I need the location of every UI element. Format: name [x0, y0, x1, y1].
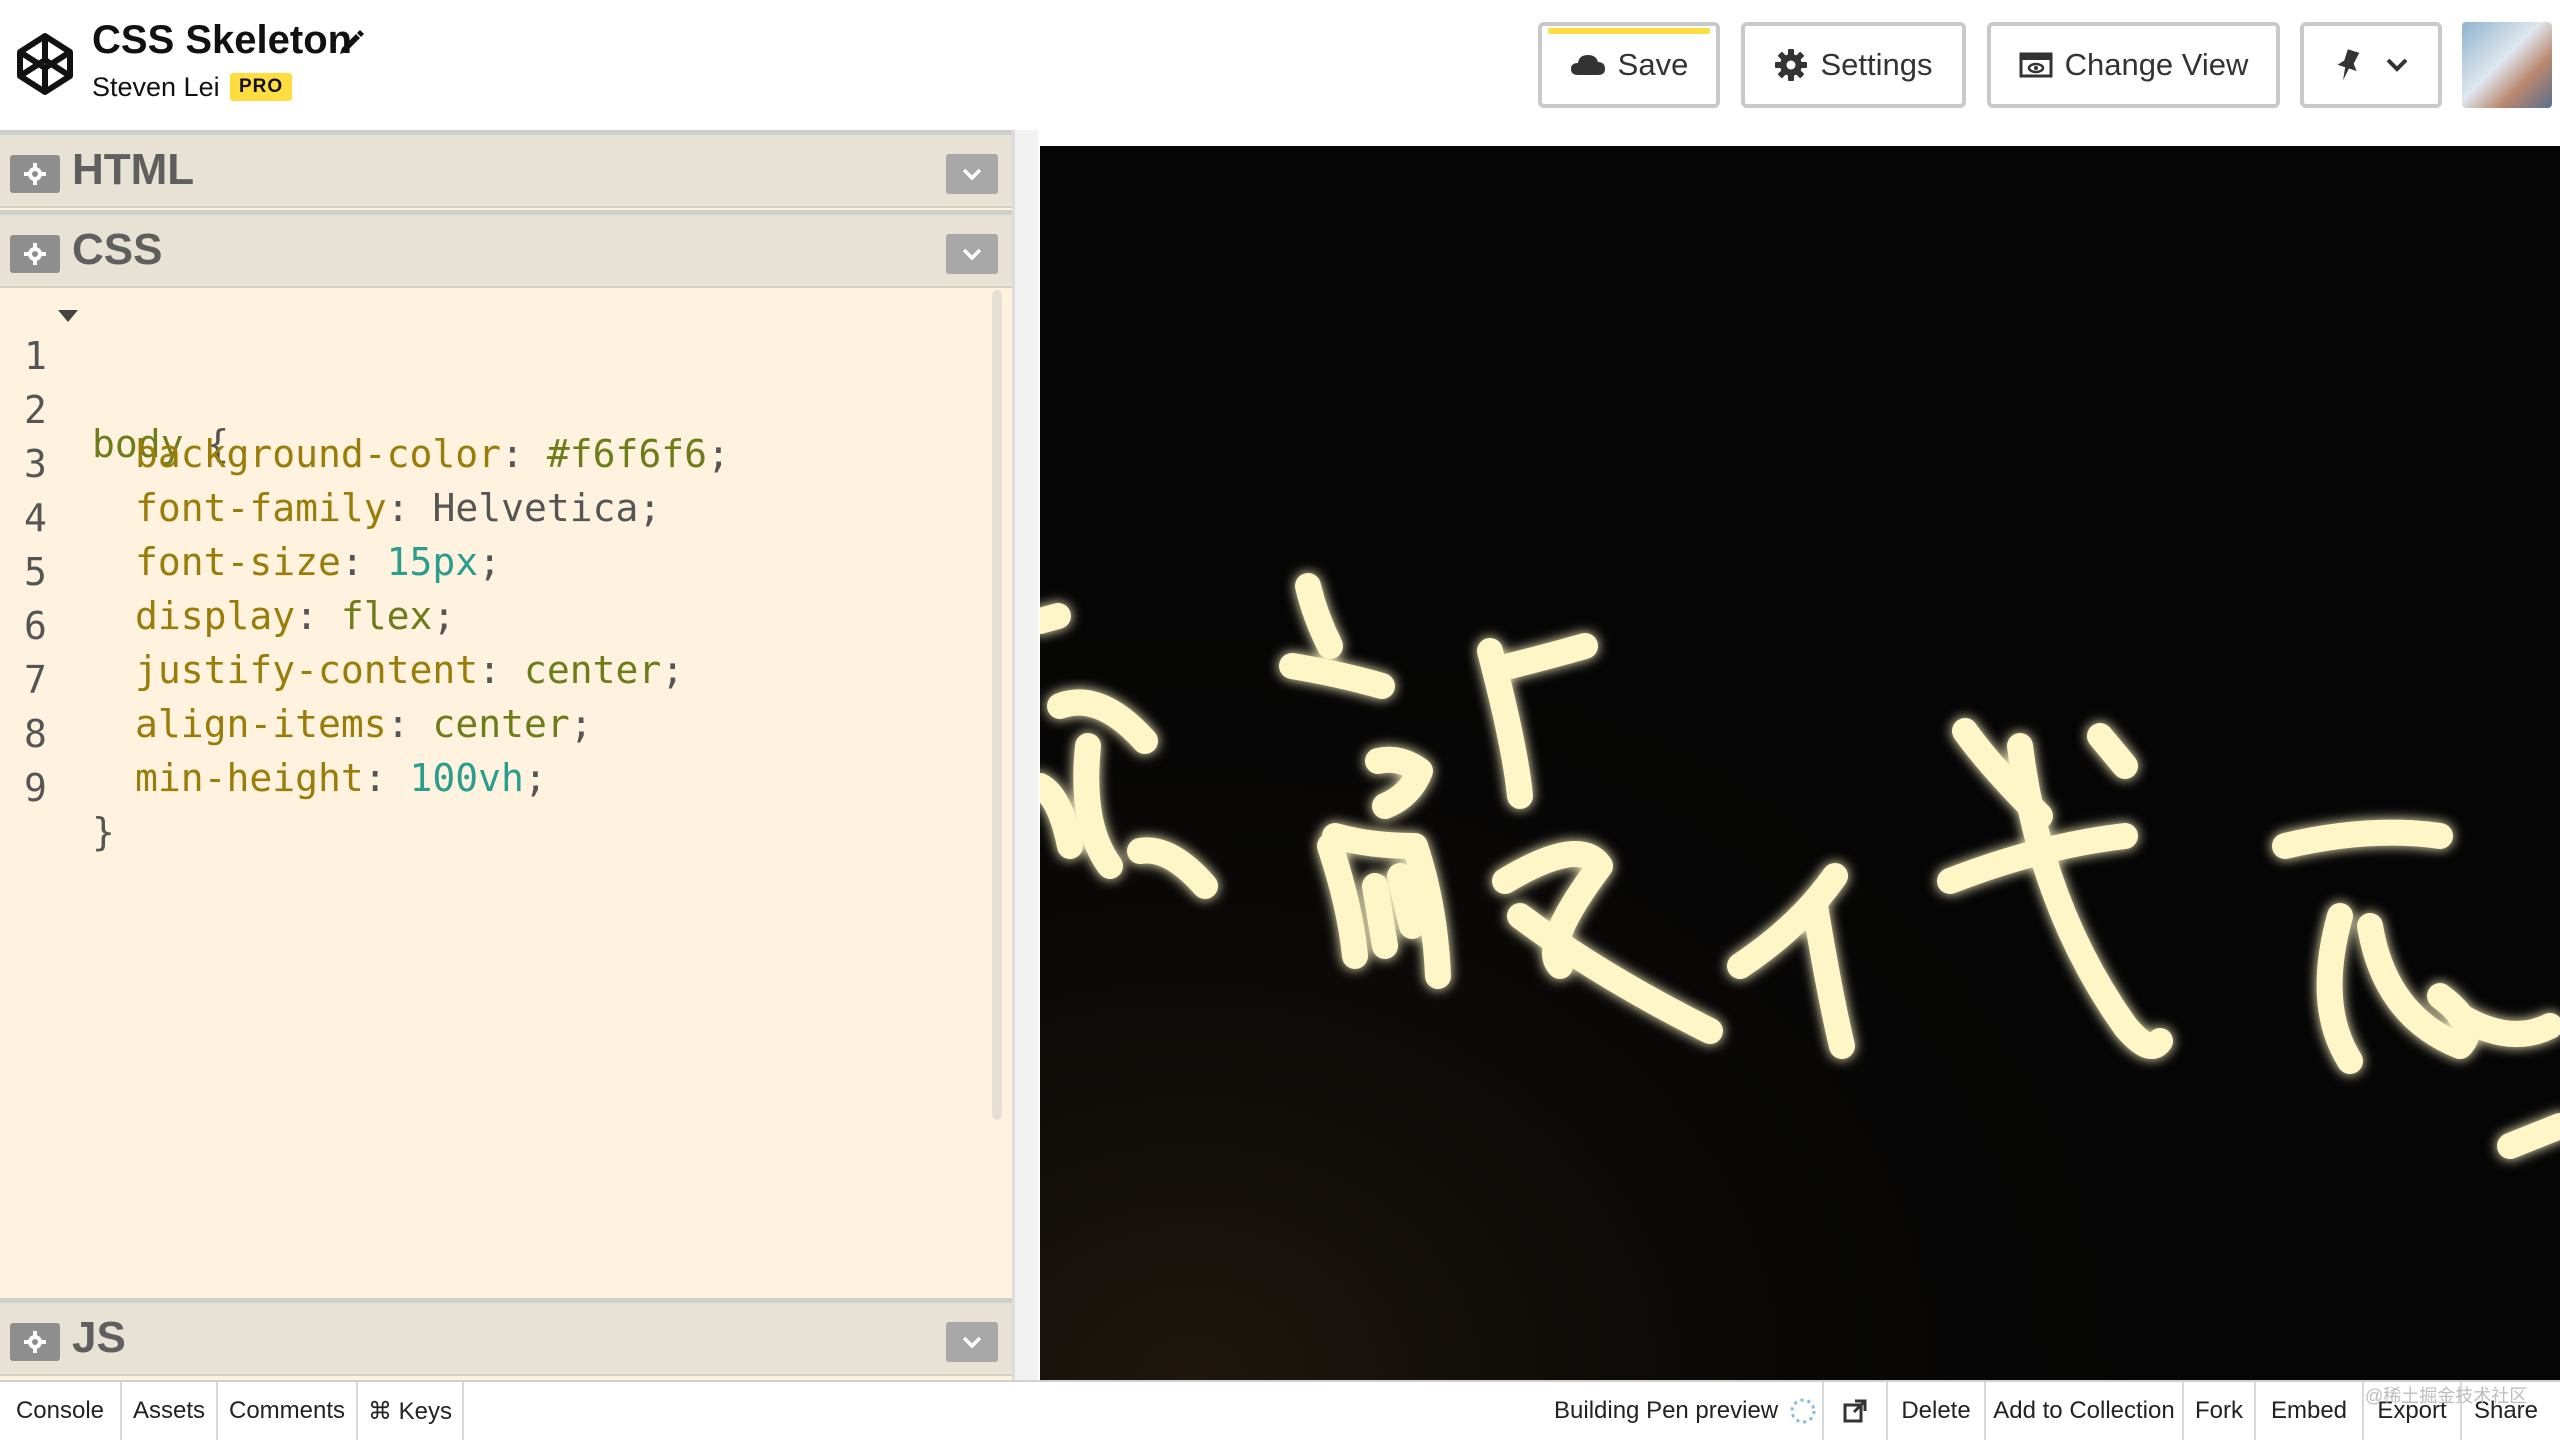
code-text: align-items: center;	[135, 702, 593, 746]
comments-button[interactable]: Comments	[218, 1382, 358, 1440]
code-line: 7 align-items: center;	[0, 614, 593, 746]
assets-button[interactable]: Assets	[122, 1382, 218, 1440]
code-text: display: flex;	[135, 594, 456, 638]
author-name[interactable]: Steven Lei	[92, 72, 220, 103]
code-line: 3 font-family: Helvetica;	[0, 398, 661, 530]
watermark-text: @稀土掘金技术社区	[2365, 1386, 2528, 1406]
css-value: 100vh	[409, 756, 524, 800]
chevron-down-icon	[962, 248, 982, 261]
neon-handwriting-image	[1040, 146, 2560, 1380]
code-line: 1 body {	[0, 290, 229, 466]
chevron-down-icon	[962, 1336, 982, 1349]
header: CSS Skeleton Steven Lei PRO Save Setting…	[0, 0, 2560, 130]
user-avatar[interactable]	[2462, 22, 2552, 108]
save-button[interactable]: Save	[1538, 22, 1720, 108]
pencil-icon[interactable]	[336, 26, 366, 56]
css-property: align-items	[135, 702, 387, 746]
js-settings-gear-icon[interactable]	[10, 1323, 60, 1361]
editor-scrollbar[interactable]	[992, 290, 1002, 1120]
pin-icon	[2337, 49, 2360, 81]
code-text: }	[92, 810, 115, 854]
fork-button[interactable]: Fork	[2184, 1382, 2256, 1440]
preview-pane[interactable]	[1040, 146, 2560, 1380]
code-line: 9 }	[0, 722, 137, 854]
build-status: Building Pen preview	[1554, 1382, 1818, 1440]
html-panel-dropdown[interactable]	[946, 154, 998, 194]
open-external-button[interactable]	[1822, 1382, 1888, 1440]
chevron-down-icon	[962, 168, 982, 181]
css-value: 15px	[386, 540, 479, 584]
unsaved-indicator	[1548, 28, 1710, 34]
js-panel-title: JS	[72, 1313, 126, 1362]
css-value: center	[432, 702, 570, 746]
embed-button[interactable]: Embed	[2256, 1382, 2364, 1440]
html-panel-title: HTML	[72, 145, 195, 194]
code-text: min-height: 100vh;	[135, 756, 547, 800]
html-panel-header[interactable]: HTML	[0, 130, 1012, 208]
code-text: justify-content: center;	[135, 648, 685, 692]
js-panel-dropdown[interactable]	[946, 1322, 998, 1362]
code-text: font-family: Helvetica;	[135, 486, 662, 530]
codepen-logo-icon[interactable]	[14, 30, 76, 98]
change-view-label: Change View	[2064, 47, 2249, 82]
gear-icon	[1775, 49, 1808, 81]
fold-arrow-icon[interactable]	[58, 310, 78, 322]
css-code-editor[interactable]: 1 body { 2 background-color: #f6f6f6; 3 …	[0, 290, 1012, 1290]
settings-label: Settings	[1820, 47, 1933, 82]
spinner-icon	[1790, 1398, 1816, 1424]
build-status-text: Building Pen preview	[1554, 1397, 1779, 1424]
code-line: 6 justify-content: center;	[0, 560, 684, 692]
css-value: #f6f6f6	[546, 432, 707, 476]
css-value: center	[523, 648, 662, 692]
css-property: background-color	[135, 432, 502, 476]
footer-bar: Console Assets Comments ⌘ Keys Building …	[0, 1380, 2560, 1440]
settings-button[interactable]: Settings	[1741, 22, 1966, 108]
js-panel-header[interactable]: JS	[0, 1298, 1012, 1376]
line-number: 9	[24, 766, 47, 810]
css-property: display	[135, 594, 296, 638]
add-to-collection-button[interactable]: Add to Collection	[1986, 1382, 2184, 1440]
external-link-icon	[1843, 1399, 1867, 1423]
layout-icon	[2019, 52, 2053, 78]
close-brace: }	[92, 810, 115, 854]
change-view-button[interactable]: Change View	[1987, 22, 2280, 108]
css-property: font-size	[135, 540, 341, 584]
cloud-icon	[1570, 55, 1605, 75]
code-line: 5 display: flex;	[0, 506, 455, 638]
css-property: font-family	[135, 486, 387, 530]
html-settings-gear-icon[interactable]	[10, 155, 60, 193]
resize-divider[interactable]	[1012, 130, 1038, 1380]
code-line: 4 font-size: 15px;	[0, 452, 501, 584]
pin-menu-button[interactable]	[2300, 22, 2442, 108]
chevron-down-icon	[2386, 58, 2408, 72]
delete-button[interactable]: Delete	[1888, 1382, 1986, 1440]
css-panel-dropdown[interactable]	[946, 234, 998, 274]
console-button[interactable]: Console	[0, 1382, 122, 1440]
code-text: background-color: #f6f6f6;	[135, 432, 730, 476]
keys-button[interactable]: ⌘ Keys	[358, 1382, 464, 1440]
pen-title[interactable]: CSS Skeleton	[92, 18, 352, 63]
css-property: justify-content	[135, 648, 479, 692]
code-line: 2 background-color: #f6f6f6;	[0, 344, 730, 476]
css-panel-header[interactable]: CSS	[0, 210, 1012, 288]
css-settings-gear-icon[interactable]	[10, 235, 60, 273]
css-value: Helvetica	[432, 486, 639, 530]
save-label: Save	[1617, 47, 1689, 82]
editor-column: HTML CSS 1 body { 2 background-color: #f…	[0, 130, 1012, 1380]
pro-badge: PRO	[230, 73, 293, 101]
code-line: 8 min-height: 100vh;	[0, 668, 547, 800]
css-panel-title: CSS	[72, 225, 163, 274]
css-property: min-height	[135, 756, 364, 800]
code-text: font-size: 15px;	[135, 540, 502, 584]
css-value: flex	[340, 594, 433, 638]
